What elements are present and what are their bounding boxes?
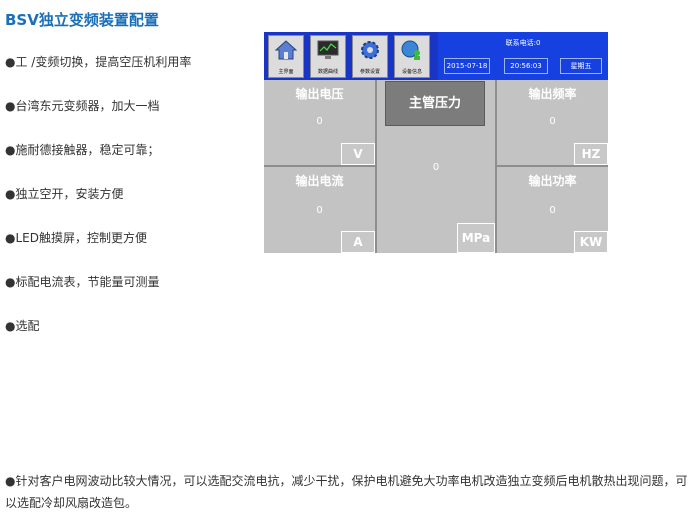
unit-badge: MPa [457, 223, 495, 253]
cell-value: 0 [549, 205, 556, 216]
globe-user-icon [401, 40, 420, 60]
cell-value: 0 [316, 116, 323, 127]
nav-data-curve-button[interactable]: 数据曲线 [310, 35, 346, 78]
unit-badge: KW [574, 231, 608, 253]
note-paragraph: ●针对客户电网波动比较大情况，可以选配交流电抗，减少干扰，保护电机避免大功率电机… [5, 474, 688, 510]
unit-badge: HZ [574, 143, 608, 165]
voltage-cell: 输出电压 0 V [264, 80, 375, 165]
feature-item: ●工 /变频切换，提高空压机利用率 [5, 55, 192, 69]
phone-number: 联系电话:0 [505, 39, 541, 47]
weekday-display: 星期五 [560, 58, 602, 74]
frequency-cell: 输出频率 0 HZ [497, 80, 608, 165]
home-icon [274, 40, 298, 60]
nav-label: 数据曲线 [317, 69, 338, 75]
date-display: 2015-07-18 [444, 58, 490, 74]
time-display: 20:56:03 [504, 58, 548, 74]
cell-value: 0 [549, 116, 556, 127]
page-title: BSV独立变频装置配置 [5, 11, 159, 29]
unit-badge: V [341, 143, 375, 165]
feature-item: ●施耐德接触器，稳定可靠； [5, 143, 160, 157]
pressure-title: 主管压力 [385, 81, 485, 126]
hmi-toolbar: 主界面 数据曲线 参数设置 设备信息 联系电话:0 2015-07-18 20:… [264, 32, 608, 80]
monitor-chart-icon [317, 40, 339, 59]
cell-title: 输出电流 [295, 174, 344, 188]
nav-params-button[interactable]: 参数设置 [352, 35, 388, 78]
feature-item: ●LED触摸屏，控制更方便 [5, 231, 147, 245]
cell-value: 0 [316, 205, 323, 216]
hmi-screen: 主界面 数据曲线 参数设置 设备信息 联系电话:0 2015-07-18 20:… [264, 32, 608, 253]
unit-badge: A [341, 231, 375, 253]
cell-title: 输出电压 [295, 87, 344, 101]
power-cell: 输出功率 0 KW [497, 167, 608, 253]
feature-item: ●独立空开，安装方便 [5, 187, 124, 201]
cell-title: 输出功率 [528, 174, 577, 188]
nav-label: 主界面 [278, 69, 294, 75]
hmi-info-area: 联系电话:0 2015-07-18 20:56:03 星期五 [438, 32, 608, 80]
feature-item: ●标配电流表，节能量可测量 [5, 275, 160, 289]
cell-title: 输出频率 [528, 87, 577, 101]
nav-home-button[interactable]: 主界面 [268, 35, 304, 78]
gear-icon [361, 41, 379, 59]
nav-device-info-button[interactable]: 设备信息 [394, 35, 430, 78]
feature-item: ●台湾东元变频器，加大一档 [5, 99, 160, 113]
nav-label: 参数设置 [359, 69, 380, 75]
feature-item: ●选配 [5, 319, 40, 333]
nav-label: 设备信息 [401, 69, 422, 75]
cell-value: 0 [432, 162, 440, 173]
current-cell: 输出电流 0 A [264, 167, 375, 253]
